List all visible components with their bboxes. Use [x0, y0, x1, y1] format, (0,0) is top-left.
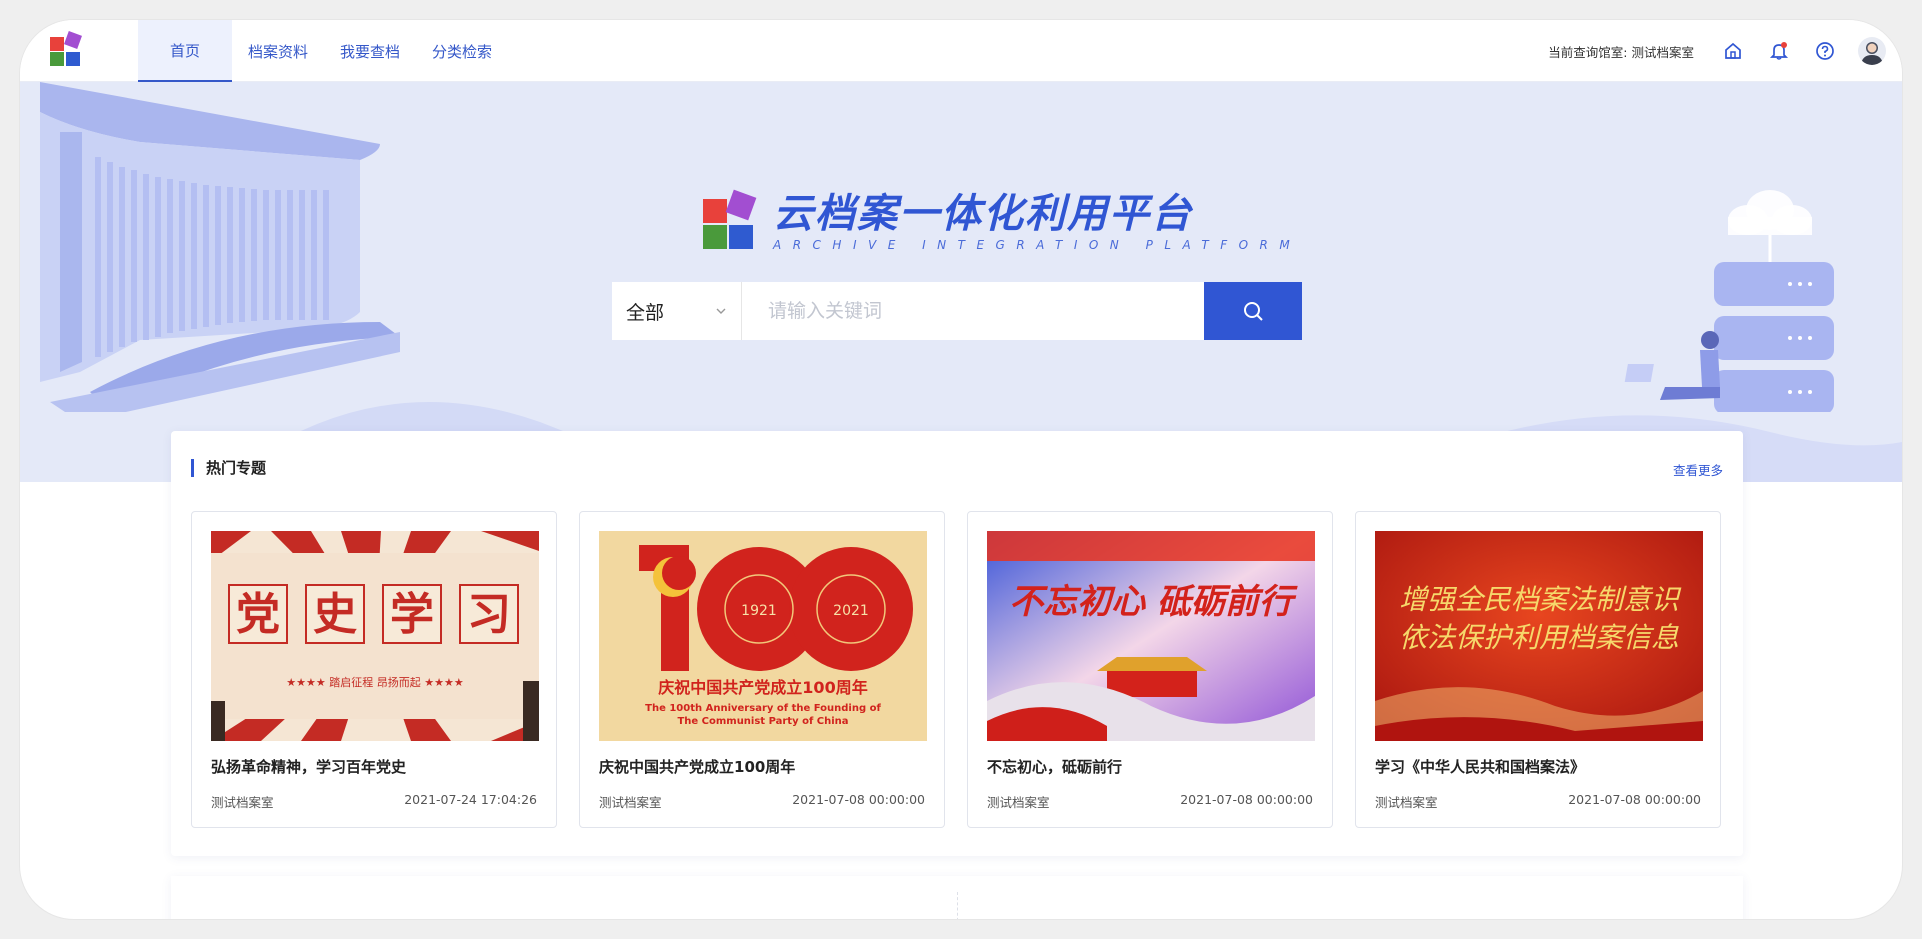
topic-title: 学习《中华人民共和国档案法》: [1375, 758, 1586, 776]
search-scope-select[interactable]: 全部: [612, 282, 742, 340]
home-icon[interactable]: [1721, 39, 1745, 63]
hot-topics-panel: 热门专题 查看更多 党 史 学 习 ★★★★ 踏启征程 昂扬而起 ★★★★ 弘扬…: [171, 431, 1743, 856]
search-button[interactable]: [1204, 282, 1302, 340]
topic-cards: 党 史 学 习 ★★★★ 踏启征程 昂扬而起 ★★★★ 弘扬革命精神，学习百年党…: [191, 511, 1721, 828]
topic-owner: 测试档案室: [1375, 795, 1438, 810]
chevron-down-icon: [716, 308, 726, 314]
topic-date: 2021-07-08 00:00:00: [1568, 792, 1701, 807]
image-slogan: 增强全民档案法制意识: [1399, 583, 1682, 616]
tab-archive-materials[interactable]: 档案资料: [232, 20, 324, 82]
image-char: 史: [313, 589, 357, 640]
platform-logo-icon: [703, 189, 761, 251]
image-char: 学: [390, 589, 434, 640]
topic-owner: 测试档案室: [599, 795, 662, 810]
server-illustration: [1624, 190, 1834, 412]
panel-header: 热门专题 查看更多: [191, 459, 1723, 479]
tab-home[interactable]: 首页: [138, 20, 232, 82]
nav-tabs: 首页 档案资料 我要查档 分类检索: [138, 20, 508, 82]
search-icon: [1244, 302, 1263, 321]
app-frame: 云档案一体化利用平台 ARCHIVE INTEGRATION PLATFORM …: [20, 20, 1902, 919]
tab-category-search[interactable]: 分类检索: [416, 20, 508, 82]
search-bar: 全部: [612, 282, 1302, 340]
search-scope-value: 全部: [626, 301, 665, 324]
image-slogan: 依法保护利用档案信息: [1399, 621, 1679, 654]
room-label: 当前查询馆室:: [1548, 44, 1628, 60]
help-icon[interactable]: [1813, 39, 1837, 63]
topic-title: 不忘初心，砥砺前行: [987, 758, 1123, 776]
topic-date: 2021-07-24 17:04:26: [404, 792, 537, 807]
topic-date: 2021-07-08 00:00:00: [792, 792, 925, 807]
image-year: 2021: [833, 603, 869, 619]
panel-title: 热门专题: [191, 459, 266, 477]
view-more-link[interactable]: 查看更多: [1673, 460, 1723, 479]
topic-image-party-history: 党 史 学 习 ★★★★ 踏启征程 昂扬而起 ★★★★: [211, 531, 539, 741]
room-value[interactable]: 测试档案室: [1631, 42, 1694, 61]
image-caption-en: The 100th Anniversary of the Founding of: [645, 703, 881, 714]
hero-banner: 云档案一体化利用平台 ARCHIVE INTEGRATION PLATFORM …: [20, 82, 1902, 482]
tab-archive-query[interactable]: 我要查档: [324, 20, 416, 82]
image-char: 党: [236, 589, 280, 640]
topic-image-original-aspiration: 不忘初心 砥砺前行: [987, 531, 1315, 741]
avatar[interactable]: [1858, 37, 1886, 65]
platform-subtitle: ARCHIVE INTEGRATION PLATFORM: [773, 238, 1302, 252]
topic-card[interactable]: 不忘初心 砥砺前行 不忘初心，砥砺前行 测试档案室 2021-07-08 00:…: [967, 511, 1333, 828]
nav-right: 当前查询馆室: 测试档案室: [1548, 20, 1886, 82]
platform-title: 云档案一体化利用平台: [773, 191, 1193, 237]
panel-divider: [957, 892, 958, 919]
topic-card[interactable]: 1921 2021 庆祝中国共产党成立100周年 The 100th Anniv…: [579, 511, 945, 828]
topic-card[interactable]: 增强全民档案法制意识 依法保护利用档案信息 学习《中华人民共和国档案法》 测试档…: [1355, 511, 1721, 828]
bell-icon[interactable]: [1767, 39, 1791, 63]
image-char: 习: [467, 589, 511, 640]
topic-date: 2021-07-08 00:00:00: [1180, 792, 1313, 807]
topic-title: 弘扬革命精神，学习百年党史: [211, 758, 407, 776]
image-caption: ★★★★ 踏启征程 昂扬而起 ★★★★: [286, 675, 464, 689]
image-year: 1921: [741, 603, 777, 619]
top-nav: 首页 档案资料 我要查档 分类检索 当前查询馆室: 测试档案室: [20, 20, 1902, 82]
topic-image-archive-law: 增强全民档案法制意识 依法保护利用档案信息: [1375, 531, 1703, 741]
search-input[interactable]: [742, 282, 1204, 340]
topic-card[interactable]: 党 史 学 习 ★★★★ 踏启征程 昂扬而起 ★★★★ 弘扬革命精神，学习百年党…: [191, 511, 557, 828]
app-logo-icon[interactable]: [50, 31, 84, 67]
brand: 云档案一体化利用平台 ARCHIVE INTEGRATION PLATFORM: [703, 189, 1302, 252]
topic-image-100th-anniversary: 1921 2021 庆祝中国共产党成立100周年 The 100th Anniv…: [599, 531, 927, 741]
image-caption: 不忘初心 砥砺前行: [1009, 582, 1298, 622]
topic-owner: 测试档案室: [987, 795, 1050, 810]
topic-owner: 测试档案室: [211, 795, 274, 810]
image-caption: 庆祝中国共产党成立100周年: [657, 678, 867, 697]
topic-title: 庆祝中国共产党成立100周年: [599, 758, 796, 776]
secondary-panel: [171, 876, 1743, 919]
image-caption-en: The Communist Party of China: [677, 716, 848, 727]
